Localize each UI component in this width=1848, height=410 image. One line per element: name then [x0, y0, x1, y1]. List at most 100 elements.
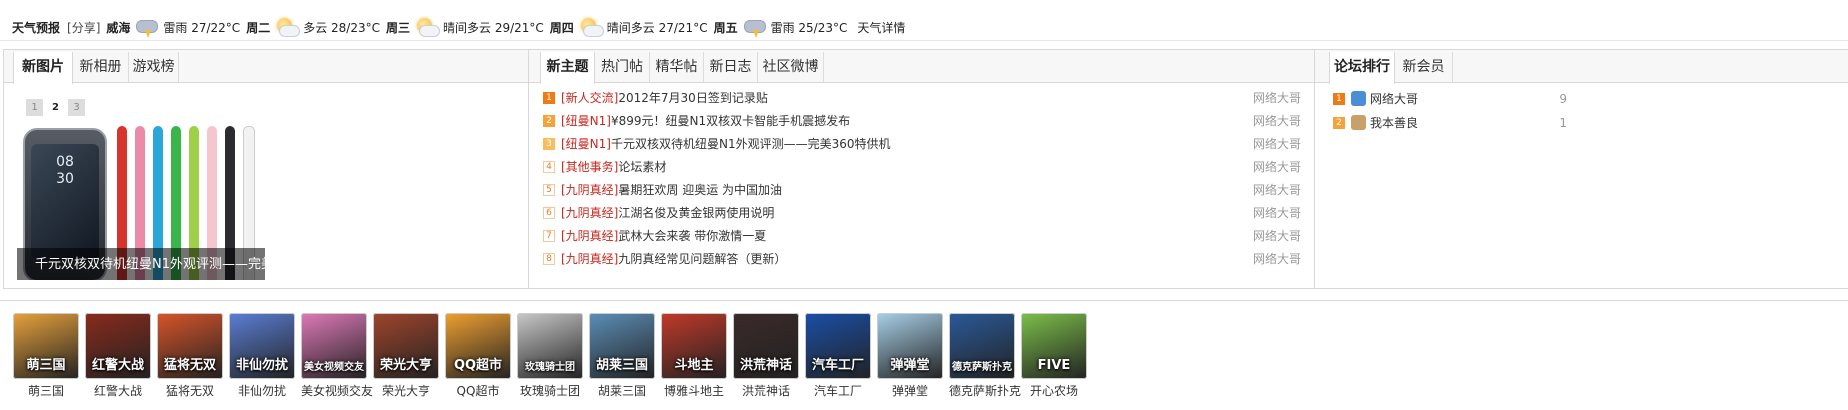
thread-row[interactable]: 4 [其他事务]论坛素材 网络大哥: [543, 156, 1301, 179]
weather-detail-link[interactable]: 天气详情: [857, 19, 905, 36]
game-name[interactable]: 玫瑰骑士团: [517, 382, 583, 399]
thread-author[interactable]: 网络大哥: [1253, 133, 1301, 156]
game-thumbnail[interactable]: 汽车工厂: [805, 313, 871, 379]
thread-author[interactable]: 网络大哥: [1253, 110, 1301, 133]
featured-photo[interactable]: 08 30 千元双核双待机纽曼N1外观评测——完美: [17, 122, 265, 280]
thread-author[interactable]: 网络大哥: [1253, 87, 1301, 110]
game-thumbnail[interactable]: 弹弹堂: [877, 313, 943, 379]
thread-author[interactable]: 网络大哥: [1253, 248, 1301, 271]
avatar[interactable]: [1351, 91, 1366, 106]
tab-game-rank[interactable]: 游戏榜: [129, 52, 179, 82]
thread-row[interactable]: 5 [九阴真经]暑期狂欢周 迎奥运 为中国加油 网络大哥: [543, 179, 1301, 202]
game-name[interactable]: QQ超市: [445, 382, 511, 399]
game-thumbnail[interactable]: 斗地主: [661, 313, 727, 379]
game-tile[interactable]: 红警大战 红警大战: [85, 313, 151, 399]
thread-title[interactable]: 九阴真经常见问题解答（更新）: [618, 252, 786, 266]
thread-category[interactable]: [纽曼N1]: [561, 114, 611, 128]
game-tile[interactable]: 汽车工厂 汽车工厂: [805, 313, 871, 399]
share-link[interactable]: [分享]: [67, 19, 100, 36]
thread-category[interactable]: [九阴真经]: [561, 229, 618, 243]
thread-category[interactable]: [九阴真经]: [561, 252, 618, 266]
city-name[interactable]: 威海: [106, 19, 130, 36]
game-thumbnail[interactable]: 德克萨斯扑克: [949, 313, 1015, 379]
tab-new-threads[interactable]: 新主题: [540, 52, 595, 84]
thread-category[interactable]: [纽曼N1]: [561, 137, 611, 151]
game-name[interactable]: 美女视频交友: [301, 382, 373, 399]
game-name[interactable]: 德克萨斯扑克: [949, 382, 1021, 399]
game-name[interactable]: 猛将无双: [157, 382, 223, 399]
tab-forum-ranking[interactable]: 论坛排行: [1329, 52, 1395, 84]
game-thumbnail[interactable]: FIVE: [1021, 313, 1087, 379]
game-thumbnail[interactable]: 非仙勿扰: [229, 313, 295, 379]
game-tile[interactable]: 胡莱三国 胡莱三国: [589, 313, 655, 399]
member-name[interactable]: 网络大哥: [1370, 92, 1418, 106]
thread-row[interactable]: 7 [九阴真经]武林大会来袭 带你激情一夏 网络大哥: [543, 225, 1301, 248]
thread-author[interactable]: 网络大哥: [1253, 156, 1301, 179]
thread-row[interactable]: 6 [九阴真经]江湖名俊及黄金银两使用说明 网络大哥: [543, 202, 1301, 225]
thread-title[interactable]: 2012年7月30日签到记录贴: [618, 91, 767, 105]
game-tile[interactable]: 萌三国 萌三国: [13, 313, 79, 399]
game-tile[interactable]: QQ超市 QQ超市: [445, 313, 511, 399]
thread-title[interactable]: 江湖名俊及黄金银两使用说明: [618, 206, 774, 220]
game-thumbnail[interactable]: 胡莱三国: [589, 313, 655, 379]
thread-row[interactable]: 8 [九阴真经]九阴真经常见问题解答（更新） 网络大哥: [543, 248, 1301, 271]
tab-community-weibo[interactable]: 社区微博: [758, 52, 824, 82]
page-2-button[interactable]: 2: [47, 99, 64, 116]
game-name[interactable]: 红警大战: [85, 382, 151, 399]
game-tile[interactable]: 弹弹堂 弹弹堂: [877, 313, 943, 399]
thread-author[interactable]: 网络大哥: [1253, 202, 1301, 225]
thread-category[interactable]: [九阴真经]: [561, 206, 618, 220]
game-thumbnail[interactable]: 猛将无双: [157, 313, 223, 379]
thread-title[interactable]: 暑期狂欢周 迎奥运 为中国加油: [618, 183, 782, 197]
tab-hot-threads[interactable]: 热门帖: [595, 52, 650, 82]
game-tile[interactable]: 猛将无双 猛将无双: [157, 313, 223, 399]
photo-caption[interactable]: 千元双核双待机纽曼N1外观评测——完美: [35, 253, 265, 272]
avatar[interactable]: [1351, 115, 1366, 130]
game-name[interactable]: 开心农场: [1021, 382, 1087, 399]
game-name[interactable]: 洪荒神话: [733, 382, 799, 399]
thread-row[interactable]: 3 [纽曼N1]千元双核双待机纽曼N1外观评测——完美360特供机 网络大哥: [543, 133, 1301, 156]
game-name[interactable]: 萌三国: [13, 382, 79, 399]
game-name[interactable]: 非仙勿扰: [229, 382, 295, 399]
game-tile[interactable]: 非仙勿扰 非仙勿扰: [229, 313, 295, 399]
game-tile[interactable]: 斗地主 博雅斗地主: [661, 313, 727, 399]
thread-author[interactable]: 网络大哥: [1253, 225, 1301, 248]
tab-new-members[interactable]: 新会员: [1395, 52, 1453, 82]
tab-new-albums[interactable]: 新相册: [73, 52, 129, 82]
thread-title[interactable]: 千元双核双待机纽曼N1外观评测——完美360特供机: [611, 137, 891, 151]
thread-row[interactable]: 2 [纽曼N1]¥899元！纽曼N1双核双卡智能手机震撼发布 网络大哥: [543, 110, 1301, 133]
game-tile[interactable]: 荣光大亨 荣光大亨: [373, 313, 439, 399]
game-tile[interactable]: FIVE 开心农场: [1021, 313, 1087, 399]
game-thumbnail[interactable]: 荣光大亨: [373, 313, 439, 379]
thread-row[interactable]: 1 [新人交流]2012年7月30日签到记录贴 网络大哥: [543, 87, 1301, 110]
page-3-button[interactable]: 3: [68, 99, 85, 116]
member-name[interactable]: 我本善良: [1370, 116, 1418, 130]
game-tile[interactable]: 玫瑰骑士团 玫瑰骑士团: [517, 313, 583, 399]
game-tile[interactable]: 德克萨斯扑克 德克萨斯扑克: [949, 313, 1021, 399]
ranking-row[interactable]: 1 网络大哥 9: [1333, 87, 1567, 111]
thread-title[interactable]: 武林大会来袭 带你激情一夏: [618, 229, 766, 243]
ranking-row[interactable]: 2 我本善良 1: [1333, 111, 1567, 135]
tab-new-blogs[interactable]: 新日志: [704, 52, 758, 82]
thread-category[interactable]: [新人交流]: [561, 91, 618, 105]
thread-author[interactable]: 网络大哥: [1253, 179, 1301, 202]
tab-new-photos[interactable]: 新图片: [13, 52, 73, 84]
tab-digest-threads[interactable]: 精华帖: [650, 52, 704, 82]
thread-category[interactable]: [其他事务]: [561, 160, 618, 174]
game-name[interactable]: 汽车工厂: [805, 382, 871, 399]
game-tile[interactable]: 洪荒神话 洪荒神话: [733, 313, 799, 399]
game-name[interactable]: 弹弹堂: [877, 382, 943, 399]
game-name[interactable]: 博雅斗地主: [661, 382, 727, 399]
game-thumbnail[interactable]: 洪荒神话: [733, 313, 799, 379]
game-thumbnail[interactable]: 玫瑰骑士团: [517, 313, 583, 379]
game-name[interactable]: 荣光大亨: [373, 382, 439, 399]
game-thumbnail[interactable]: 红警大战: [85, 313, 151, 379]
game-name[interactable]: 胡莱三国: [589, 382, 655, 399]
game-tile[interactable]: 美女视频交友 美女视频交友: [301, 313, 373, 399]
game-thumbnail[interactable]: QQ超市: [445, 313, 511, 379]
game-thumbnail[interactable]: 美女视频交友: [301, 313, 367, 379]
thread-title[interactable]: 论坛素材: [618, 160, 666, 174]
thread-title[interactable]: ¥899元！纽曼N1双核双卡智能手机震撼发布: [611, 114, 850, 128]
thread-category[interactable]: [九阴真经]: [561, 183, 618, 197]
game-thumbnail[interactable]: 萌三国: [13, 313, 79, 379]
